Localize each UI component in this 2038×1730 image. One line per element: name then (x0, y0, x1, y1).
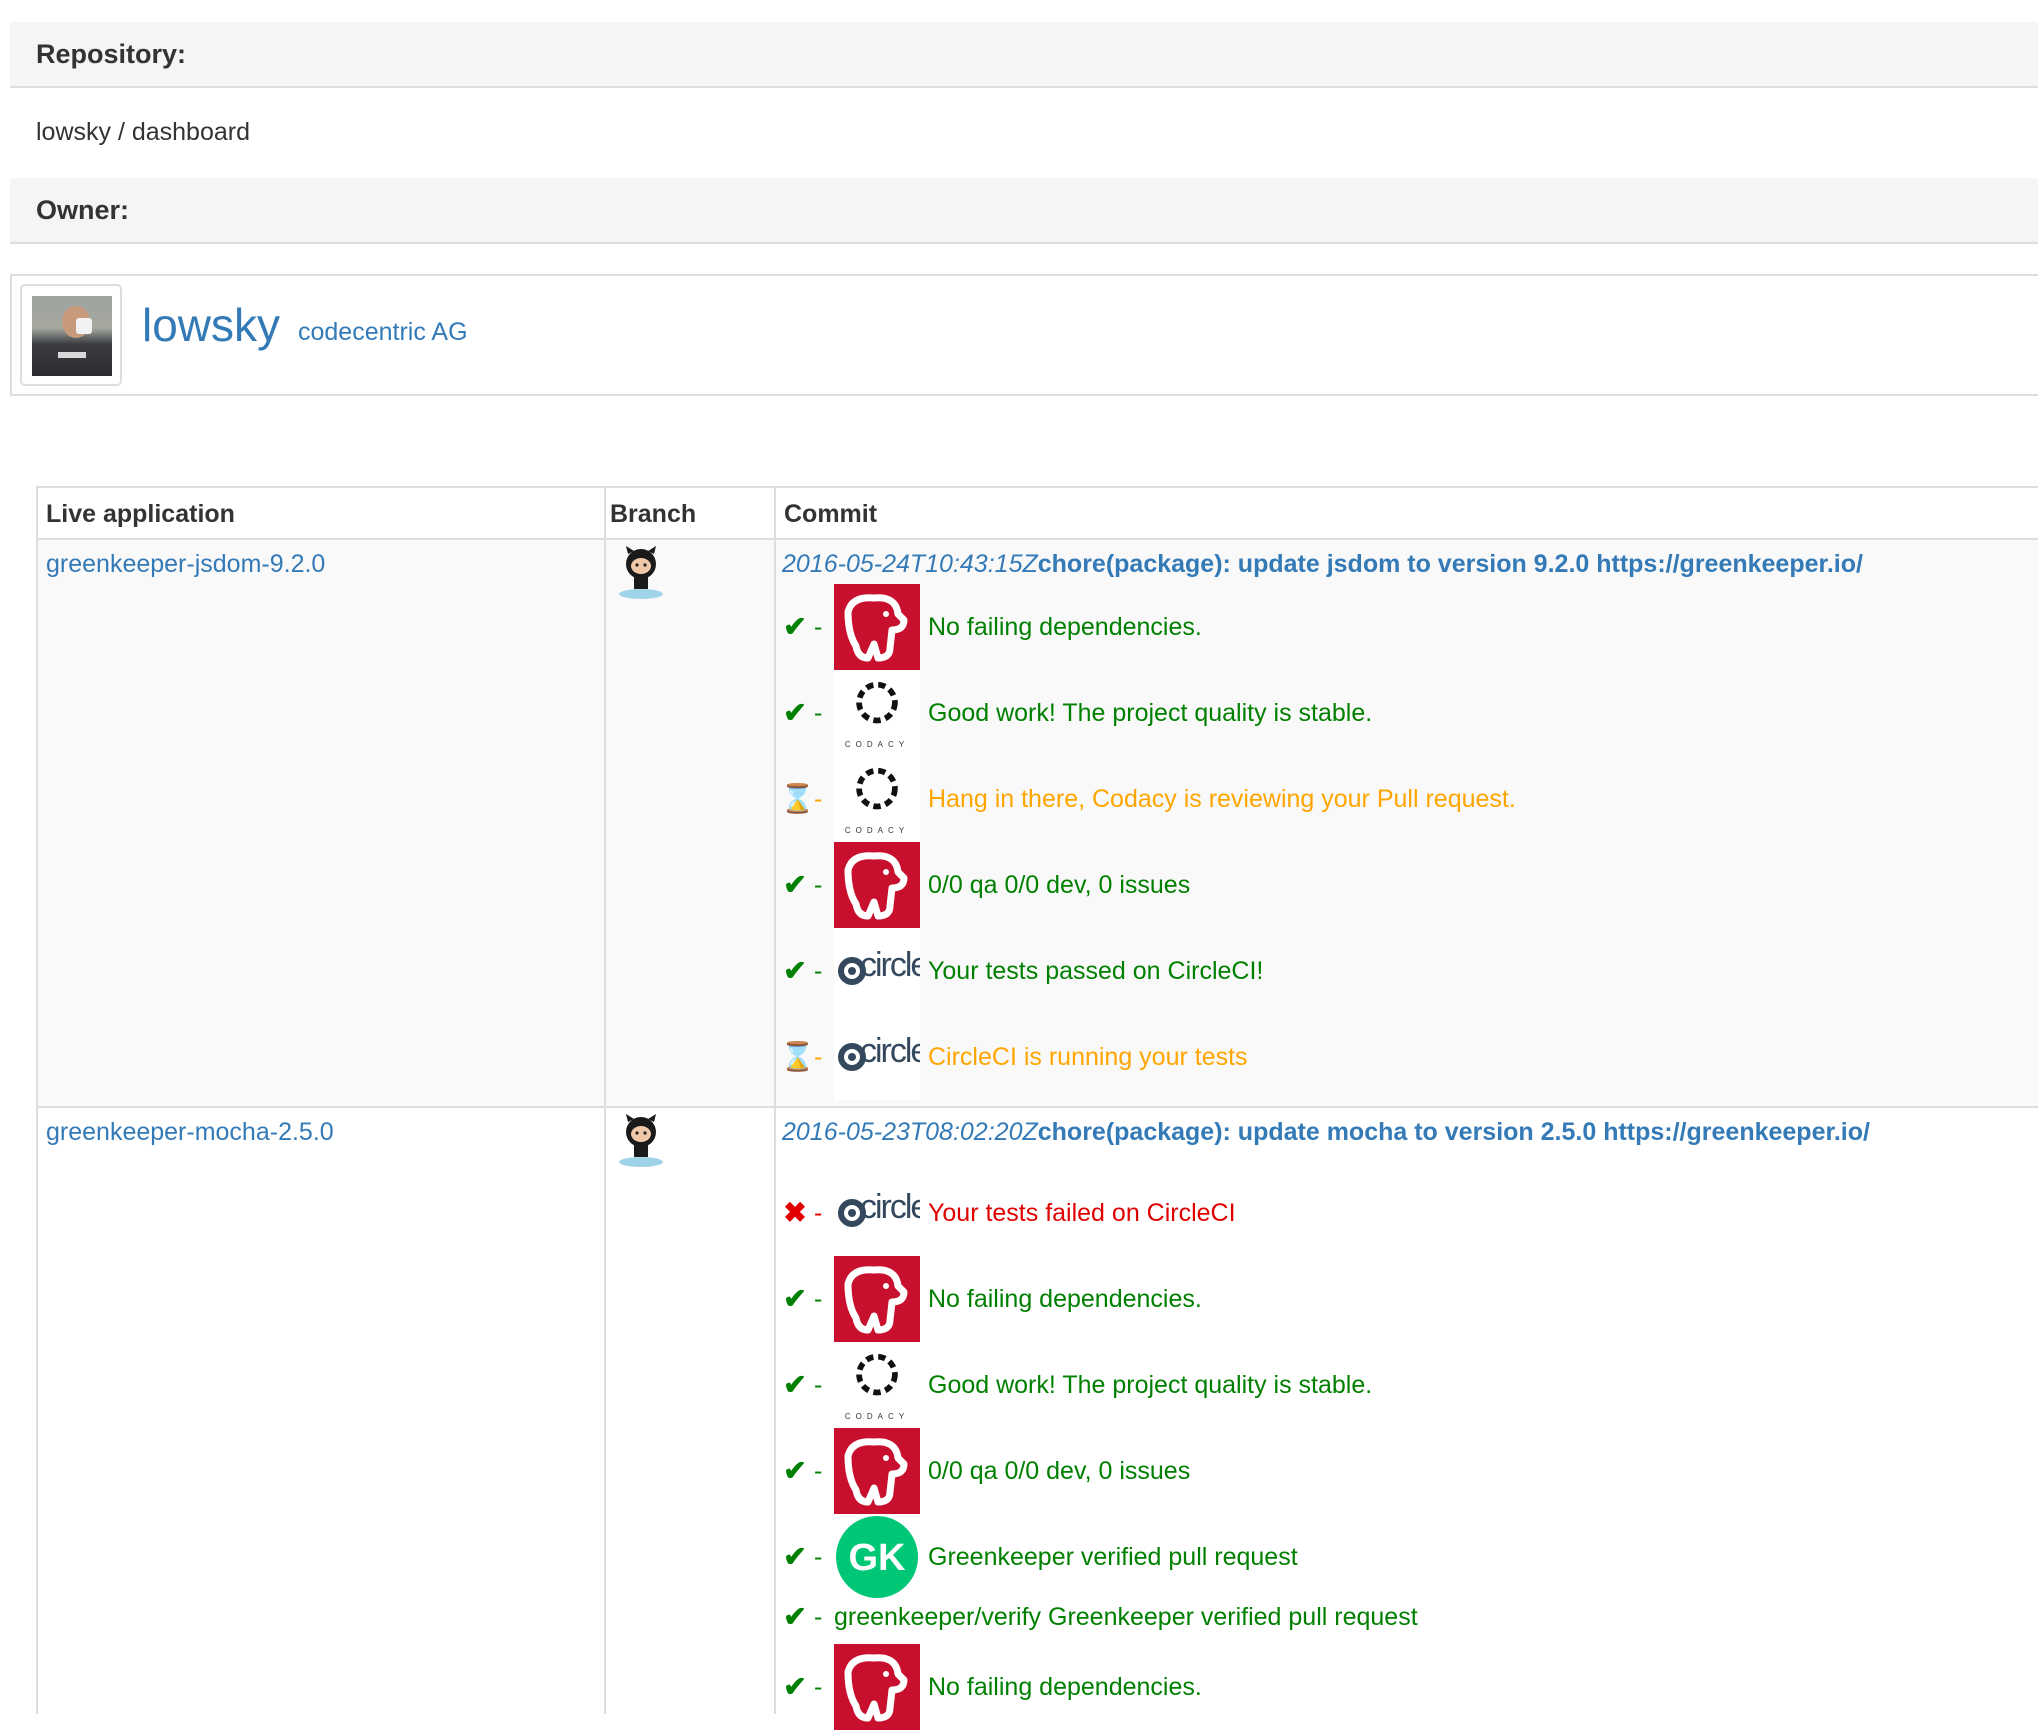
column-header-live-application: Live application (46, 500, 235, 528)
svg-text:GK: GK (849, 1537, 907, 1579)
status-separator: - (814, 1285, 823, 1313)
status-text: 0/0 qa 0/0 dev, 0 issues (928, 1457, 1191, 1485)
status-separator: - (814, 1371, 823, 1399)
repository-heading: Repository: (10, 22, 2038, 88)
row-divider (38, 1106, 2038, 1108)
avatar[interactable] (32, 296, 112, 376)
gemnasium-logo-icon (834, 1428, 920, 1514)
checkmark-icon: ✔ (783, 1283, 807, 1314)
live-application-link[interactable]: greenkeeper-mocha-2.5.0 (46, 1118, 334, 1147)
checkmark-icon: ✔ (783, 1671, 807, 1702)
owner-panel: lowsky codecentric AG (10, 274, 2038, 396)
circleci-logo-icon: circleci (834, 1014, 920, 1100)
commit-date: 2016-05-24T10:43:15Z (782, 550, 1038, 578)
status-text: Hang in there, Codacy is reviewing your … (928, 785, 1516, 813)
gemnasium-logo-icon (834, 1256, 920, 1342)
owner-heading: Owner: (10, 178, 2038, 244)
status-separator: - (814, 613, 823, 641)
checkmark-icon: ✔ (783, 955, 807, 986)
status-text: Greenkeeper verified pull request (928, 1543, 1298, 1571)
column-header-commit: Commit (784, 500, 878, 528)
commit-message: chore(package): update jsdom to version … (1037, 550, 1863, 578)
column-divider (774, 488, 776, 1714)
checkmark-icon: ✔ (783, 611, 807, 642)
hourglass-icon: ⌛ (780, 1041, 815, 1072)
status-text: Good work! The project quality is stable… (928, 1371, 1373, 1399)
status-text: No failing dependencies. (928, 613, 1202, 641)
owner-company-link[interactable]: codecentric AG (298, 318, 468, 347)
commit-date: 2016-05-23T08:02:20Z (782, 1118, 1038, 1146)
cross-icon: ✖ (783, 1197, 807, 1228)
github-branch-icon[interactable] (612, 1112, 670, 1170)
live-application-link[interactable]: greenkeeper-jsdom-9.2.0 (46, 550, 325, 579)
status-text: No failing dependencies. (928, 1673, 1202, 1701)
column-header-branch: Branch (610, 500, 697, 528)
status-text: 0/0 qa 0/0 dev, 0 issues (928, 871, 1191, 899)
status-text: Your tests passed on CircleCI! (928, 957, 1264, 985)
checkmark-icon: ✔ (783, 1601, 807, 1632)
commit-link[interactable]: 2016-05-23T08:02:20Zchore(package): upda… (782, 1118, 1870, 1147)
circleci-logo-icon: circleci (834, 1170, 920, 1256)
status-separator: - (814, 1043, 823, 1071)
status-text: Your tests failed on CircleCI (928, 1199, 1236, 1227)
status-text: CircleCI is running your tests (928, 1043, 1248, 1071)
status-separator: - (814, 785, 823, 813)
status-separator: - (814, 1603, 823, 1631)
column-divider (604, 488, 606, 1714)
codacy-logo-icon: CODACY (834, 670, 920, 756)
avatar-frame[interactable] (20, 284, 122, 386)
checkmark-icon: ✔ (783, 697, 807, 728)
status-separator: - (814, 1673, 823, 1701)
greenkeeper-logo-icon: GK (834, 1514, 920, 1600)
status-text: No failing dependencies. (928, 1285, 1202, 1313)
owner-login-link[interactable]: lowsky (142, 298, 280, 352)
checkmark-icon: ✔ (783, 869, 807, 900)
codacy-logo-icon: CODACY (834, 1342, 920, 1428)
live-applications-table: Live application Branch Commit greenkeep… (36, 486, 2038, 1730)
gemnasium-logo-icon (834, 584, 920, 670)
circleci-logo-icon: circleci (834, 928, 920, 1014)
status-separator: - (814, 699, 823, 727)
github-branch-icon[interactable] (612, 544, 670, 602)
commit-link[interactable]: 2016-05-24T10:43:15Zchore(package): upda… (782, 550, 1863, 579)
status-text: Good work! The project quality is stable… (928, 699, 1373, 727)
gemnasium-logo-icon (834, 1644, 920, 1730)
codacy-logo-icon: CODACY (834, 756, 920, 842)
status-separator: - (814, 1199, 823, 1227)
repository-name: lowsky / dashboard (36, 118, 251, 146)
hourglass-icon: ⌛ (780, 783, 815, 814)
status-separator: - (814, 957, 823, 985)
status-text: greenkeeper/verify Greenkeeper verified … (834, 1603, 1418, 1631)
status-separator: - (814, 871, 823, 899)
status-separator: - (814, 1457, 823, 1485)
checkmark-icon: ✔ (783, 1455, 807, 1486)
gemnasium-logo-icon (834, 842, 920, 928)
commit-message: chore(package): update mocha to version … (1037, 1118, 1870, 1146)
checkmark-icon: ✔ (783, 1369, 807, 1400)
checkmark-icon: ✔ (783, 1541, 807, 1572)
status-separator: - (814, 1543, 823, 1571)
